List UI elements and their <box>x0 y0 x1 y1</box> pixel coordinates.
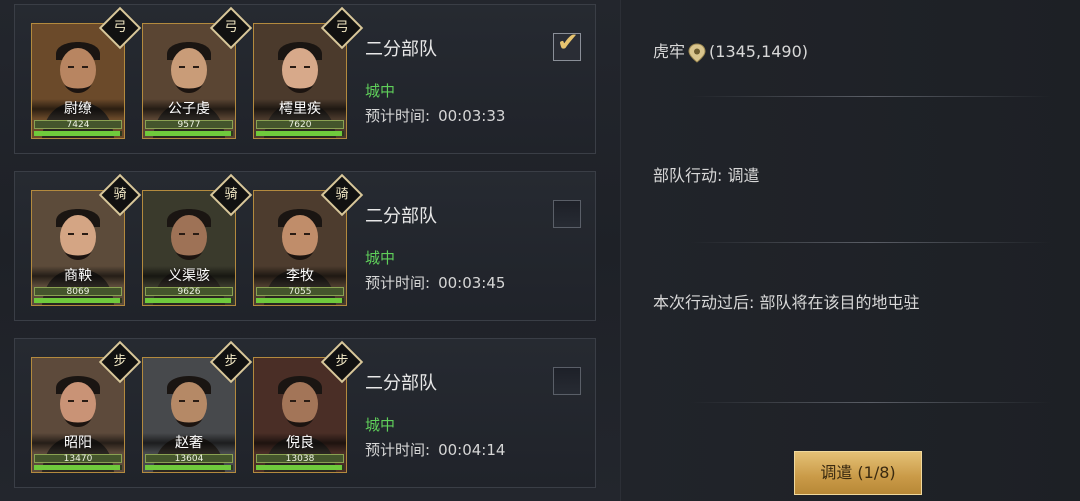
squad-eta: 预计时间: 00:03:45 <box>365 272 505 293</box>
after-action-text: 本次行动过后: 部队将在该目的地屯驻 <box>653 293 920 312</box>
hero-troop-bar-fill <box>256 298 343 303</box>
action-type-text: 部队行动: 调遣 <box>653 166 760 185</box>
hero-power-value: 13470 <box>34 454 122 464</box>
hero-troop-bar <box>34 465 122 470</box>
squad-select-checkbox[interactable]: ✔ <box>553 28 581 61</box>
troop-type-label: 步 <box>224 354 238 369</box>
hero-name: 尉缭 <box>32 99 124 119</box>
hero-troop-bar-fill <box>145 465 232 470</box>
hero-power-value: 7055 <box>256 287 344 297</box>
squad-list-panel: 尉缭 7424 弓公子虔 9577 弓樗里疾 7620 弓二分部队 城中 预计时间: 00:03:… <box>0 0 620 501</box>
hero-troop-bar <box>34 131 122 136</box>
troop-type-label: 骑 <box>335 187 349 202</box>
squad-select-checkbox[interactable] <box>553 200 581 228</box>
eta-time: 00:04:14 <box>438 441 506 459</box>
troop-type-label: 步 <box>113 354 127 369</box>
troop-type-label: 弓 <box>113 20 127 35</box>
location-pin-icon <box>688 42 706 63</box>
hero-troop-bar <box>34 298 122 303</box>
divider <box>691 242 1051 243</box>
squad-title: 二分部队 <box>365 39 437 60</box>
troop-type-label: 骑 <box>113 187 127 202</box>
hero-name: 樗里疾 <box>254 99 346 119</box>
checkmark-icon: ✔ <box>557 28 579 58</box>
squad-card[interactable]: 商鞅 8069 骑义渠骇 9626 骑李牧 7055 骑二分部队城中预计时间: 00:03:4… <box>14 171 596 321</box>
hero-power-value: 7620 <box>256 120 344 130</box>
squad-title: 二分部队 <box>365 373 437 394</box>
hero-name: 昭阳 <box>32 433 124 453</box>
hero-troop-bar <box>256 298 344 303</box>
eta-label: 预计时间: <box>365 274 431 292</box>
troop-type-label: 弓 <box>224 20 238 35</box>
troop-type-label: 步 <box>335 354 349 369</box>
hero-troop-bar-fill <box>34 131 121 136</box>
hero-troop-bar <box>145 298 233 303</box>
hero-name: 李牧 <box>254 266 346 286</box>
hero-power-value: 7424 <box>34 120 122 130</box>
squad-location-status: 城中 <box>365 416 396 434</box>
hero-name: 公子虔 <box>143 99 235 119</box>
squad-eta: 预计时间: 00:03:33 <box>365 105 505 126</box>
action-detail-panel: 虎牢 (1345,1490) 部队行动: 调遣 本次行动过后: 部队将在该目的地… <box>620 0 1080 501</box>
hero-troop-bar-fill <box>256 465 343 470</box>
hero-name: 赵奢 <box>143 433 235 453</box>
hero-power-value: 8069 <box>34 287 122 297</box>
hero-troop-bar-fill <box>34 465 121 470</box>
hero-power-value: 13604 <box>145 454 233 464</box>
target-name: 虎牢 <box>653 42 686 61</box>
squad-eta: 预计时间: 00:04:14 <box>365 439 505 460</box>
eta-label: 预计时间: <box>365 441 431 459</box>
troop-type-label: 骑 <box>224 187 238 202</box>
eta-time: 00:03:45 <box>438 274 506 292</box>
hero-name: 商鞅 <box>32 266 124 286</box>
hero-power-value: 9626 <box>145 287 233 297</box>
divider <box>691 402 1051 403</box>
squad-card[interactable]: 昭阳 13470 步赵奢 13604 步倪良 13038 步二分部队城中预计时间: 00:04… <box>14 338 596 488</box>
hero-name: 义渠骇 <box>143 266 235 286</box>
hero-power-value: 9577 <box>145 120 233 130</box>
divider <box>691 96 1051 97</box>
squad-select-checkbox[interactable] <box>553 367 581 395</box>
hero-troop-bar <box>256 131 344 136</box>
hero-troop-bar <box>256 465 344 470</box>
squad-location-status: 城中 <box>365 249 396 267</box>
target-coords: (1345,1490) <box>709 42 809 61</box>
eta-label: 预计时间: <box>365 107 431 125</box>
hero-power-value: 13038 <box>256 454 344 464</box>
deploy-button[interactable]: 调遣 (1/8) <box>794 451 922 495</box>
target-location-row[interactable]: 虎牢 (1345,1490) <box>653 38 808 63</box>
troop-type-label: 弓 <box>335 20 349 35</box>
hero-troop-bar <box>145 131 233 136</box>
hero-troop-bar-fill <box>145 131 232 136</box>
hero-troop-bar <box>145 465 233 470</box>
squad-location-status: 城中 <box>365 82 396 100</box>
squad-card[interactable]: 尉缭 7424 弓公子虔 9577 弓樗里疾 7620 弓二分部队城中预计时间: 00:03:… <box>14 4 596 154</box>
hero-troop-bar-fill <box>256 131 343 136</box>
hero-troop-bar-fill <box>34 298 121 303</box>
hero-name: 倪良 <box>254 433 346 453</box>
eta-time: 00:03:33 <box>438 107 506 125</box>
squad-title: 二分部队 <box>365 206 437 227</box>
hero-troop-bar-fill <box>145 298 232 303</box>
